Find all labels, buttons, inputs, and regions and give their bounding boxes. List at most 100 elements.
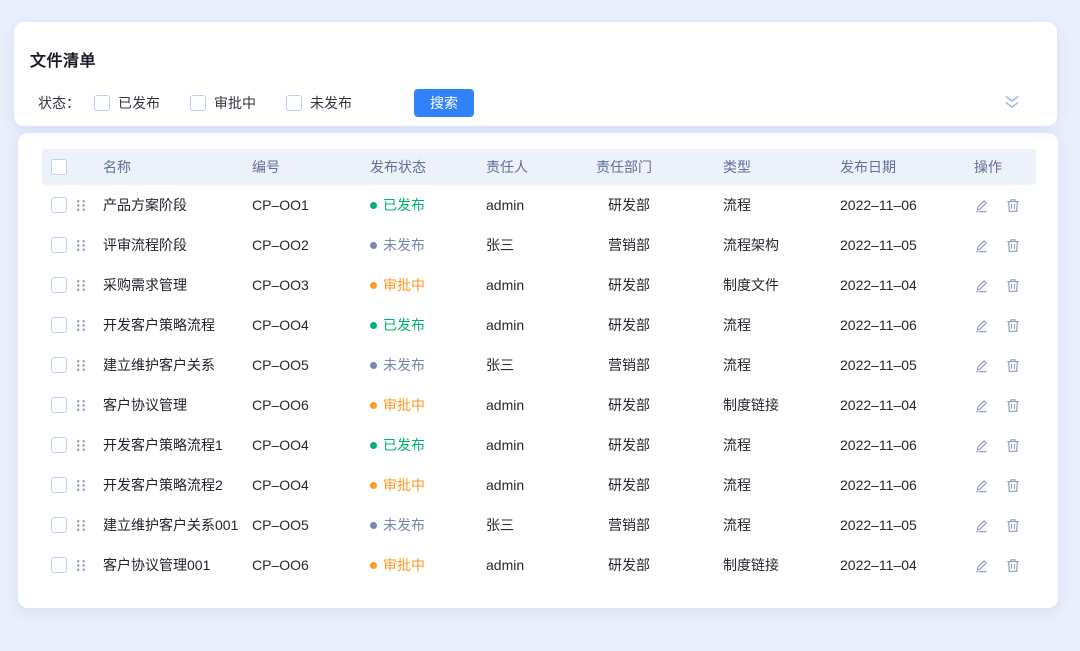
approving-checkbox[interactable] [190, 95, 206, 111]
doc-type: 流程 [723, 475, 840, 495]
drag-dots-icon [76, 439, 86, 452]
doc-owner: admin [486, 437, 596, 453]
status-badge: 未发布 [370, 515, 486, 535]
drag-handle[interactable] [76, 559, 86, 572]
status-badge: 未发布 [370, 355, 486, 375]
table-row: 客户协议管理001 CP–OO6 审批中 admin 研发部 制度链接 2022… [42, 545, 1036, 585]
edit-button[interactable] [974, 198, 989, 213]
trash-icon [1006, 438, 1020, 453]
published-checkbox-label: 已发布 [118, 93, 160, 113]
delete-button[interactable] [1006, 318, 1020, 333]
edit-button[interactable] [974, 518, 989, 533]
delete-button[interactable] [1006, 398, 1020, 413]
drag-handle[interactable] [76, 479, 86, 492]
doc-code: CP–OO6 [252, 397, 370, 413]
trash-icon [1006, 398, 1020, 413]
row-checkbox[interactable] [51, 557, 67, 573]
doc-dept: 研发部 [596, 475, 723, 495]
edit-button[interactable] [974, 478, 989, 493]
doc-type: 流程 [723, 515, 840, 535]
edit-button[interactable] [974, 278, 989, 293]
doc-date: 2022–11–06 [840, 437, 974, 453]
column-header-type: 类型 [723, 157, 840, 177]
row-checkbox[interactable] [51, 397, 67, 413]
doc-dept: 营销部 [596, 235, 723, 255]
trash-icon [1006, 318, 1020, 333]
drag-handle[interactable] [76, 279, 86, 292]
status-badge: 审批中 [370, 275, 486, 295]
drag-handle[interactable] [76, 399, 86, 412]
edit-button[interactable] [974, 558, 989, 573]
row-checkbox[interactable] [51, 517, 67, 533]
doc-name: 开发客户策略流程2 [103, 475, 252, 495]
published-checkbox[interactable] [94, 95, 110, 111]
collapse-panel-toggle[interactable] [1003, 94, 1021, 110]
drag-handle[interactable] [76, 439, 86, 452]
doc-date: 2022–11–04 [840, 277, 974, 293]
edit-button[interactable] [974, 238, 989, 253]
status-badge: 审批中 [370, 395, 486, 415]
drag-handle[interactable] [76, 519, 86, 532]
doc-type: 流程 [723, 435, 840, 455]
edit-button[interactable] [974, 358, 989, 373]
approving-checkbox-label: 审批中 [214, 93, 256, 113]
table-row: 产品方案阶段 CP–OO1 已发布 admin 研发部 流程 2022–11–0… [42, 185, 1036, 225]
delete-button[interactable] [1006, 238, 1020, 253]
status-badge: 已发布 [370, 435, 486, 455]
row-checkbox[interactable] [51, 197, 67, 213]
status-dot-icon [370, 522, 377, 529]
doc-code: CP–OO4 [252, 477, 370, 493]
delete-button[interactable] [1006, 278, 1020, 293]
row-checkbox[interactable] [51, 357, 67, 373]
row-checkbox[interactable] [51, 317, 67, 333]
edit-button[interactable] [974, 318, 989, 333]
delete-button[interactable] [1006, 478, 1020, 493]
row-checkbox[interactable] [51, 437, 67, 453]
status-dot-icon [370, 402, 377, 409]
drag-handle[interactable] [76, 359, 86, 372]
search-button[interactable]: 搜索 [414, 89, 474, 117]
drag-dots-icon [76, 239, 86, 252]
pencil-icon [974, 198, 989, 213]
doc-dept: 营销部 [596, 355, 723, 375]
doc-date: 2022–11–05 [840, 517, 974, 533]
drag-dots-icon [76, 279, 86, 292]
doc-owner: admin [486, 557, 596, 573]
drag-dots-icon [76, 519, 86, 532]
row-checkbox[interactable] [51, 277, 67, 293]
pencil-icon [974, 278, 989, 293]
select-all-checkbox[interactable] [51, 159, 67, 175]
doc-dept: 研发部 [596, 395, 723, 415]
doc-name: 开发客户策略流程 [103, 315, 252, 335]
pencil-icon [974, 398, 989, 413]
drag-handle[interactable] [76, 199, 86, 212]
column-header-actions: 操作 [974, 157, 1036, 177]
delete-button[interactable] [1006, 518, 1020, 533]
drag-handle[interactable] [76, 239, 86, 252]
status-badge: 已发布 [370, 315, 486, 335]
filter-option-published[interactable]: 已发布 [94, 93, 160, 113]
doc-name: 评审流程阶段 [103, 235, 252, 255]
document-table-card: 名称 编号 发布状态 责任人 责任部门 类型 发布日期 操作 产品方案阶段 CP… [18, 133, 1058, 608]
doc-type: 制度链接 [723, 555, 840, 575]
status-filter-label: 状态： [38, 93, 80, 113]
delete-button[interactable] [1006, 358, 1020, 373]
status-label: 审批中 [383, 275, 425, 295]
status-dot-icon [370, 482, 377, 489]
drag-handle[interactable] [76, 319, 86, 332]
edit-button[interactable] [974, 438, 989, 453]
status-label: 未发布 [383, 235, 425, 255]
edit-button[interactable] [974, 398, 989, 413]
doc-date: 2022–11–05 [840, 237, 974, 253]
filter-card: 文件清单 状态： 已发布 审批中 未发布 搜索 [14, 22, 1057, 126]
unpublished-checkbox[interactable] [286, 95, 302, 111]
filter-option-approving[interactable]: 审批中 [190, 93, 256, 113]
delete-button[interactable] [1006, 438, 1020, 453]
row-checkbox[interactable] [51, 477, 67, 493]
filter-option-unpublished[interactable]: 未发布 [286, 93, 352, 113]
delete-button[interactable] [1006, 558, 1020, 573]
row-checkbox[interactable] [51, 237, 67, 253]
delete-button[interactable] [1006, 198, 1020, 213]
table-row: 采购需求管理 CP–OO3 审批中 admin 研发部 制度文件 2022–11… [42, 265, 1036, 305]
doc-owner: 张三 [486, 515, 596, 535]
